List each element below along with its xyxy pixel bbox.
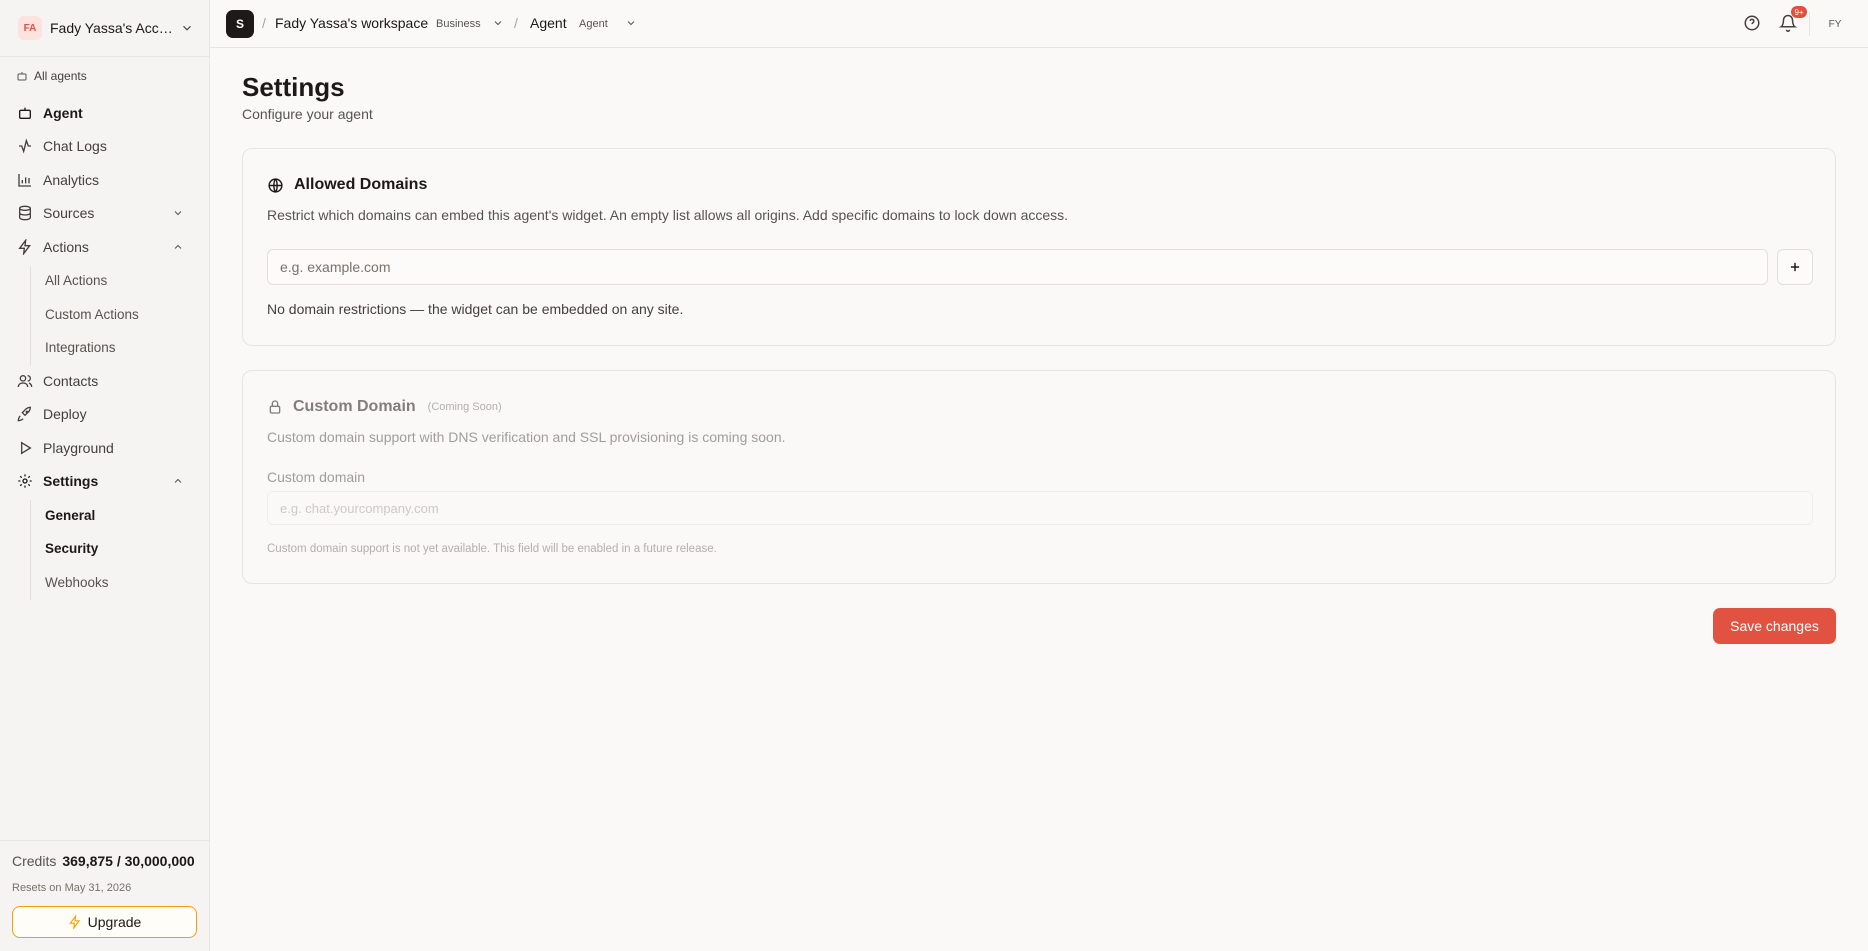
breadcrumb-agent[interactable]: Agent (530, 15, 567, 31)
add-domain-button[interactable] (1777, 249, 1813, 285)
gear-icon (16, 472, 34, 490)
custom-domain-label: Custom domain (267, 469, 366, 485)
domain-restriction-status: No domain restrictions — the widget can … (267, 301, 684, 317)
page-title: Settings (242, 72, 345, 102)
workspace-logo[interactable]: S (226, 10, 254, 38)
sidebar-subitem-security[interactable]: Security (45, 536, 98, 560)
sidebar-item-deploy[interactable]: Deploy (16, 401, 194, 427)
account-switcher[interactable]: FA Fady Yassa's Acco... (18, 16, 194, 40)
custom-domain-heading: Custom Domain (Coming Soon) (267, 398, 502, 416)
sidebar-divider (0, 840, 210, 841)
sidebar-item-agent[interactable]: Agent (16, 100, 194, 126)
sidebar-item-label: Deploy (43, 406, 87, 422)
breadcrumb-workspace[interactable]: Fady Yassa's workspace (275, 15, 428, 31)
credits-label: Credits (12, 853, 57, 869)
sidebar-subitem-custom-actions[interactable]: Custom Actions (45, 302, 139, 326)
users-icon (16, 372, 34, 390)
chevron-up-icon (172, 475, 184, 487)
all-agents-label: All agents (34, 69, 87, 83)
sidebar-item-sources[interactable]: Sources (16, 200, 194, 226)
coming-soon-badge: (Coming Soon) (427, 401, 502, 413)
sidebar-item-playground[interactable]: Playground (16, 435, 194, 461)
database-icon (16, 204, 34, 222)
sidebar-subitem-integrations[interactable]: Integrations (45, 335, 116, 359)
sidebar-item-label: Sources (43, 205, 95, 221)
page-subtitle: Configure your agent (242, 106, 373, 122)
topbar-divider (1809, 12, 1810, 36)
sidebar-item-analytics[interactable]: Analytics (16, 167, 194, 193)
bot-icon (16, 104, 34, 122)
sidebar-item-label: Chat Logs (43, 138, 107, 154)
top-bar: S / Fady Yassa's workspace Business / Ag… (210, 0, 1868, 48)
sidebar-subitem-general[interactable]: General (45, 503, 95, 527)
custom-domain-input (267, 491, 1813, 525)
activity-icon (16, 137, 34, 155)
domain-input[interactable] (267, 249, 1768, 285)
chevron-down-icon[interactable] (492, 17, 504, 29)
sidebar-divider (0, 56, 210, 57)
sidebar-item-label: Contacts (43, 373, 99, 389)
notification-count-badge: 9+ (1791, 6, 1807, 18)
sidebar-item-label: Settings (43, 473, 99, 489)
help-icon[interactable] (1743, 14, 1761, 32)
custom-domain-help: Custom domain support is not yet availab… (267, 543, 717, 555)
breadcrumb-separator: / (514, 15, 518, 31)
agent-badge: Agent (579, 18, 608, 30)
zap-icon (16, 238, 34, 256)
sidebar-subitem-webhooks[interactable]: Webhooks (45, 570, 109, 594)
allowed-domains-description: Restrict which domains can embed this ag… (267, 207, 1069, 223)
chevron-down-icon (172, 207, 184, 219)
sidebar-item-label: Actions (43, 239, 89, 255)
sidebar-item-label: Playground (43, 440, 114, 456)
sidebar-item-chat-logs[interactable]: Chat Logs (16, 133, 194, 159)
sidebar-item-label: Agent (43, 105, 83, 121)
submenu-line (30, 266, 31, 366)
globe-icon (267, 177, 284, 194)
account-avatar: FA (18, 16, 42, 40)
bot-icon (16, 70, 28, 82)
sidebar-item-label: Analytics (43, 172, 100, 188)
workspace-plan-badge: Business (436, 18, 481, 30)
credits-reset-date: Resets on May 31, 2026 (12, 882, 132, 894)
chevron-down-icon (180, 21, 194, 35)
play-icon (16, 439, 34, 457)
lock-icon (267, 399, 283, 415)
sidebar-item-actions[interactable]: Actions (16, 234, 194, 260)
zap-icon (68, 915, 82, 929)
allowed-domains-card: Allowed Domains Restrict which domains c… (242, 148, 1836, 346)
account-name: Fady Yassa's Acco... (50, 20, 174, 36)
chevron-down-icon[interactable] (625, 17, 637, 29)
user-avatar[interactable]: FY (1822, 11, 1848, 37)
plus-icon (1788, 260, 1802, 274)
sidebar-item-contacts[interactable]: Contacts (16, 368, 194, 394)
chevron-up-icon (172, 241, 184, 253)
sidebar: FA Fady Yassa's Acco... All agents Agent… (0, 0, 210, 951)
submenu-line (30, 500, 31, 600)
custom-domain-title: Custom Domain (293, 398, 416, 415)
rocket-icon (16, 405, 34, 423)
allowed-domains-title: Allowed Domains (294, 176, 428, 193)
allowed-domains-heading: Allowed Domains (267, 176, 427, 194)
upgrade-label: Upgrade (87, 914, 142, 930)
save-changes-button[interactable]: Save changes (1713, 608, 1836, 644)
bar-chart-icon (16, 171, 34, 189)
sidebar-subitem-all-actions[interactable]: All Actions (45, 268, 107, 292)
sidebar-item-settings[interactable]: Settings (16, 468, 194, 494)
all-agents-link[interactable]: All agents (16, 69, 87, 83)
custom-domain-card: Custom Domain (Coming Soon) Custom domai… (242, 370, 1836, 584)
credits-value: 369,875 / 30,000,000 (62, 853, 195, 869)
upgrade-button[interactable]: Upgrade (12, 906, 197, 938)
breadcrumb-separator: / (262, 15, 266, 31)
custom-domain-description: Custom domain support with DNS verificat… (267, 429, 786, 445)
credits-info: Credits 369,875 / 30,000,000 (12, 853, 195, 869)
